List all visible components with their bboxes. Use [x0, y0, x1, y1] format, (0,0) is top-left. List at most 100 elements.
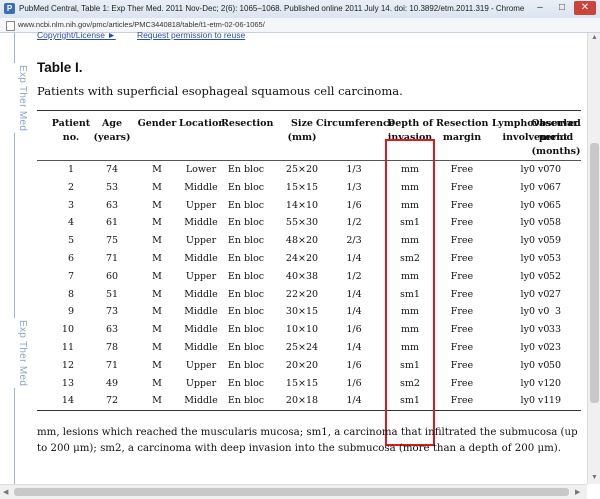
cell-location: Middle [184, 395, 218, 407]
window-titlebar: P PubMed Central, Table 1: Exp Ther Med.… [0, 0, 600, 19]
vertical-scroll-thumb[interactable] [590, 143, 599, 403]
cell-resection: En bloc [227, 342, 265, 353]
window-title: PubMed Central, Table 1: Exp Ther Med. 2… [19, 4, 525, 13]
cell-circumference: 1/4 [346, 253, 362, 264]
cell-gender: M [152, 217, 162, 229]
cell-resection-margin: Free [450, 235, 474, 247]
cell-circumference: 1/4 [346, 306, 362, 318]
cell-observed-period: 50 [548, 359, 561, 371]
cell-resection-margin: Free [450, 288, 474, 300]
horizontal-scrollbar[interactable]: ◀ ▶ [0, 484, 587, 499]
cell-gender: M [152, 288, 162, 300]
cell-age: 74 [105, 164, 119, 175]
cell-resection-margin: Free [450, 253, 474, 264]
scroll-up-arrow-icon[interactable]: ▲ [591, 34, 598, 41]
cell-resection: En bloc [227, 359, 265, 371]
scroll-down-arrow-icon[interactable]: ▼ [591, 474, 598, 481]
cell-age: 63 [105, 324, 119, 336]
cell-circumference: 1/6 [346, 359, 362, 371]
cell-location: Middle [184, 253, 218, 264]
header-gender: Gender [137, 118, 177, 129]
top-links: Copyright/License ► Request permission t… [37, 30, 245, 40]
cell-circumference: 1/4 [346, 342, 362, 353]
cell-age: 49 [105, 377, 119, 389]
minimize-button[interactable]: – [530, 1, 550, 15]
url-text[interactable]: www.ncbi.nlm.nih.gov/pmc/articles/PMC344… [18, 20, 265, 29]
scroll-right-arrow-icon[interactable]: ▶ [575, 488, 580, 496]
cell-age: 75 [105, 235, 119, 247]
cell-gender: M [152, 181, 162, 193]
cell-location: Middle [184, 217, 218, 229]
header-location: Location [179, 118, 226, 129]
cell-patient-no: 11 [61, 342, 74, 353]
cell-size: 24×20 [285, 253, 319, 264]
request-permission-link[interactable]: Request permission to reuse [137, 30, 245, 40]
cell-gender: M [152, 359, 162, 371]
cell-location: Upper [185, 377, 217, 389]
maximize-button[interactable]: □ [552, 1, 572, 15]
vertical-scrollbar[interactable]: ▲ ▼ [587, 33, 600, 484]
cell-resection-margin: Free [450, 217, 474, 229]
cell-resection-margin: Free [450, 395, 474, 407]
cell-size: 15×15 [285, 377, 319, 389]
cell-size: 48×20 [285, 235, 319, 247]
close-button[interactable]: ✕ [574, 1, 596, 15]
cell-size: 10×10 [285, 324, 319, 336]
table-bottom-rule [37, 410, 581, 411]
header-observed-period: Observed period (months) [531, 118, 581, 157]
cell-observed-period: 53 [548, 253, 561, 264]
table-title: Table I. [37, 60, 83, 75]
cell-patient-no: 3 [67, 199, 74, 211]
cell-size: 15×15 [285, 181, 319, 193]
cell-size: 25×20 [285, 164, 319, 175]
cell-patient-no: 8 [67, 288, 74, 300]
cell-resection-margin: Free [450, 324, 474, 336]
cell-size: 40×38 [285, 270, 319, 282]
copyright-license-link[interactable]: Copyright/License ► [37, 30, 116, 40]
cell-patient-no: 5 [67, 235, 74, 247]
cell-age: 78 [105, 342, 119, 353]
cell-circumference: 1/4 [346, 395, 362, 407]
cell-size: 55×30 [285, 217, 319, 229]
cell-size: 20×18 [285, 395, 319, 407]
header-age: Age (years) [93, 118, 131, 143]
cell-resection-margin: Free [450, 342, 474, 353]
scroll-left-arrow-icon[interactable]: ◀ [3, 488, 8, 496]
table-top-rule [37, 110, 581, 111]
cell-resection-margin: Free [450, 377, 474, 389]
cell-observed-period: 58 [548, 217, 561, 229]
cell-gender: M [152, 324, 162, 336]
cell-observed-period: 33 [548, 324, 561, 336]
cell-circumference: 1/6 [346, 377, 362, 389]
cell-resection: En bloc [227, 235, 265, 247]
cell-age: 71 [105, 359, 119, 371]
cell-circumference: 2/3 [346, 235, 362, 247]
journal-brand-bottom: Exp Ther Med [2, 318, 28, 389]
cell-age: 73 [105, 306, 119, 318]
cell-patient-no: 4 [67, 217, 74, 229]
table-footnote: mm, lesions which reached the muscularis… [37, 427, 578, 454]
cell-patient-no: 9 [67, 306, 74, 318]
cell-age: 53 [105, 181, 119, 193]
cell-circumference: 1/3 [346, 181, 362, 193]
cell-size: 30×15 [285, 306, 319, 318]
cell-resection: En bloc [227, 199, 265, 211]
cell-resection: En bloc [227, 181, 265, 193]
horizontal-scroll-thumb[interactable] [14, 488, 569, 496]
cell-resection: En bloc [227, 253, 265, 264]
cell-gender: M [152, 253, 162, 264]
cell-circumference: 1/2 [346, 270, 362, 282]
cell-resection-margin: Free [450, 181, 474, 193]
depth-of-invasion-highlight [385, 139, 435, 446]
cell-resection: En bloc [227, 395, 265, 407]
cell-size: 22×20 [285, 288, 319, 300]
cell-observed-period: 3 [554, 306, 561, 318]
cell-observed-period: 70 [548, 164, 561, 175]
journal-brand-top: Exp Ther Med [2, 63, 28, 134]
cell-resection: En bloc [227, 288, 265, 300]
cell-age: 60 [105, 270, 119, 282]
cell-patient-no: 13 [61, 377, 74, 389]
cell-patient-no: 7 [67, 270, 74, 282]
cell-observed-period: 65 [548, 199, 561, 211]
cell-observed-period: 20 [548, 377, 561, 389]
